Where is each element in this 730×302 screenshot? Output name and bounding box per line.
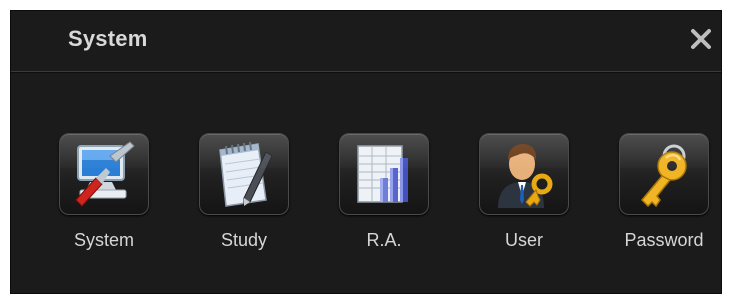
user-tile[interactable]	[479, 133, 569, 215]
menu-item-ra[interactable]: R.A.	[334, 133, 434, 251]
menu-item-label: User	[504, 230, 543, 250]
notepad-pen-icon	[219, 141, 273, 207]
user-key-icon	[498, 144, 553, 208]
menu-item-user[interactable]: User	[474, 133, 574, 251]
study-tile[interactable]	[199, 133, 289, 215]
menu-item-label: R.A.	[366, 230, 402, 250]
menu-icon-row: System Study R.A. User Password	[11, 133, 721, 263]
menu-item-study[interactable]: Study	[194, 133, 294, 251]
menu-item-label: Password	[624, 230, 704, 250]
report-chart-icon	[357, 145, 408, 203]
system-dialog: System System Study R.A. User Password	[10, 10, 722, 294]
password-tile[interactable]	[619, 133, 709, 215]
computer-tools-icon	[75, 141, 135, 207]
title-bar: System	[11, 11, 721, 72]
menu-item-password[interactable]: Password	[614, 133, 714, 251]
menu-item-label: System	[73, 230, 134, 250]
key-icon	[640, 144, 687, 208]
system-tile[interactable]	[59, 133, 149, 215]
dialog-title: System	[68, 26, 148, 51]
close-icon	[691, 29, 711, 49]
menu-item-system[interactable]: System	[54, 133, 154, 251]
close-button[interactable]	[687, 25, 715, 53]
menu-item-label: Study	[220, 230, 268, 250]
ra-tile[interactable]	[339, 133, 429, 215]
